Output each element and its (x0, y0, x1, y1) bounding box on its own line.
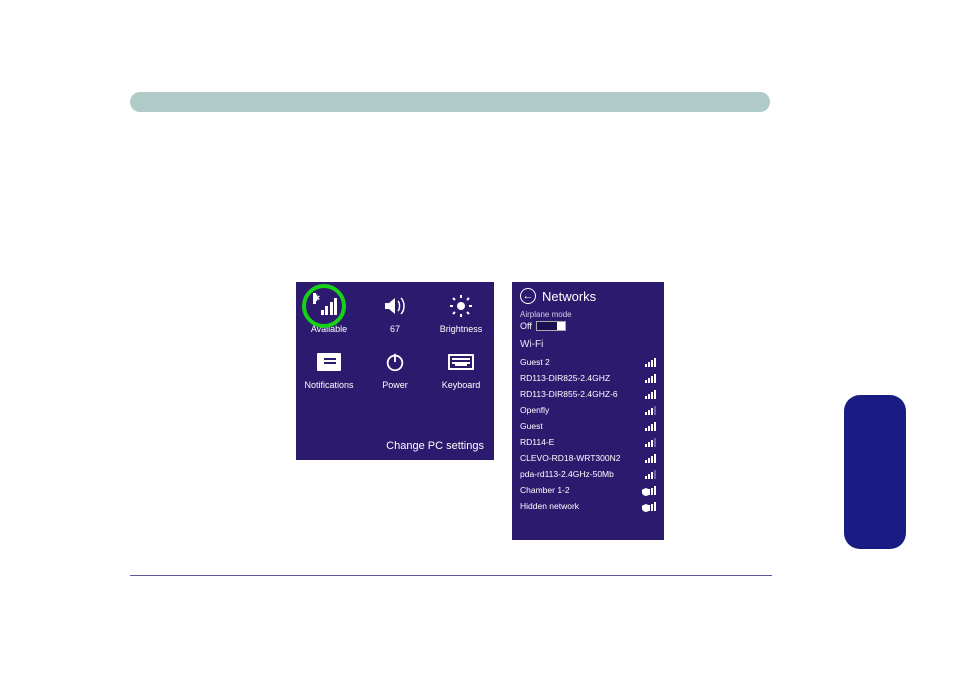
volume-icon (383, 292, 407, 320)
airplane-mode-label: Airplane mode (520, 310, 656, 319)
footer-divider (130, 575, 772, 576)
wifi-network-item[interactable]: Guest (520, 418, 656, 434)
wifi-signal-icon (645, 437, 656, 447)
change-pc-settings-link[interactable]: Change PC settings (386, 440, 484, 452)
tile-brightness[interactable]: Brightness (432, 292, 490, 334)
tile-volume-label: 67 (390, 324, 400, 334)
tile-volume[interactable]: 67 (366, 292, 424, 334)
wifi-network-item[interactable]: Chamber 1-2 (520, 482, 656, 498)
wifi-network-name: CLEVO-RD18-WRT300N2 (520, 453, 620, 463)
wifi-network-item[interactable]: RD113-DIR855-2.4GHZ-6 (520, 386, 656, 402)
back-arrow-icon[interactable]: ← (520, 288, 536, 304)
wifi-signal-icon (645, 389, 656, 399)
wifi-network-name: Chamber 1-2 (520, 485, 570, 495)
panels-container: ✱ Available 67 (296, 282, 664, 540)
wifi-network-name: Guest 2 (520, 357, 550, 367)
power-icon (384, 348, 406, 376)
networks-panel: ← Networks Airplane mode Off Wi-Fi Guest… (512, 282, 664, 540)
wifi-signal-icon (645, 469, 656, 479)
wifi-network-item[interactable]: Hidden network (520, 498, 656, 514)
wifi-signal-icon (645, 421, 656, 431)
wifi-network-item[interactable]: RD113-DIR825-2.4GHZ (520, 370, 656, 386)
tiles-row-1: ✱ Available 67 (296, 292, 494, 334)
settings-charm-panel: ✱ Available 67 (296, 282, 494, 460)
brightness-icon (449, 292, 473, 320)
wifi-network-name: Hidden network (520, 501, 579, 511)
wifi-signal-icon (645, 405, 656, 415)
wifi-network-list: Guest 2 RD113-DIR825-2.4GHZ RD113-DIR855-2… (520, 354, 656, 514)
airplane-mode-toggle[interactable] (536, 321, 566, 331)
wifi-network-item[interactable]: Guest 2 (520, 354, 656, 370)
network-available-icon: ✱ (321, 292, 338, 320)
keyboard-icon (448, 348, 474, 376)
wifi-network-item[interactable]: RD114-E (520, 434, 656, 450)
networks-title: Networks (542, 289, 596, 304)
wifi-secure-signal-icon (644, 485, 656, 495)
tiles-row-2: Notifications Power Keyboard (296, 348, 494, 390)
notifications-icon (317, 348, 341, 376)
wifi-network-name: RD113-DIR855-2.4GHZ-6 (520, 389, 618, 399)
wifi-secure-signal-icon (644, 501, 656, 511)
wifi-signal-icon (645, 373, 656, 383)
tile-power-label: Power (382, 380, 408, 390)
tile-network[interactable]: ✱ Available (300, 292, 358, 334)
wifi-network-name: Guest (520, 421, 543, 431)
wifi-network-name: Openfly (520, 405, 549, 415)
wifi-signal-icon (645, 357, 656, 367)
tile-network-label: Available (311, 324, 347, 334)
airplane-mode-row: Off (520, 321, 656, 331)
tile-notifications-label: Notifications (304, 380, 353, 390)
wifi-network-item[interactable]: Openfly (520, 402, 656, 418)
airplane-mode-state: Off (520, 321, 532, 331)
wifi-network-name: pda-rd113-2.4GHz-50Mb (520, 469, 614, 479)
tile-brightness-label: Brightness (440, 324, 483, 334)
header-bar (130, 92, 770, 112)
toggle-knob (557, 322, 565, 330)
side-tab (844, 395, 906, 549)
wifi-network-item[interactable]: CLEVO-RD18-WRT300N2 (520, 450, 656, 466)
wifi-network-name: RD114-E (520, 437, 554, 447)
wifi-network-name: RD113-DIR825-2.4GHZ (520, 373, 610, 383)
wifi-signal-icon (645, 453, 656, 463)
tile-keyboard[interactable]: Keyboard (432, 348, 490, 390)
tile-notifications[interactable]: Notifications (300, 348, 358, 390)
wifi-section-label: Wi-Fi (520, 339, 656, 350)
tile-power[interactable]: Power (366, 348, 424, 390)
networks-header: ← Networks (520, 288, 656, 304)
tile-keyboard-label: Keyboard (442, 380, 481, 390)
wifi-network-item[interactable]: pda-rd113-2.4GHz-50Mb (520, 466, 656, 482)
